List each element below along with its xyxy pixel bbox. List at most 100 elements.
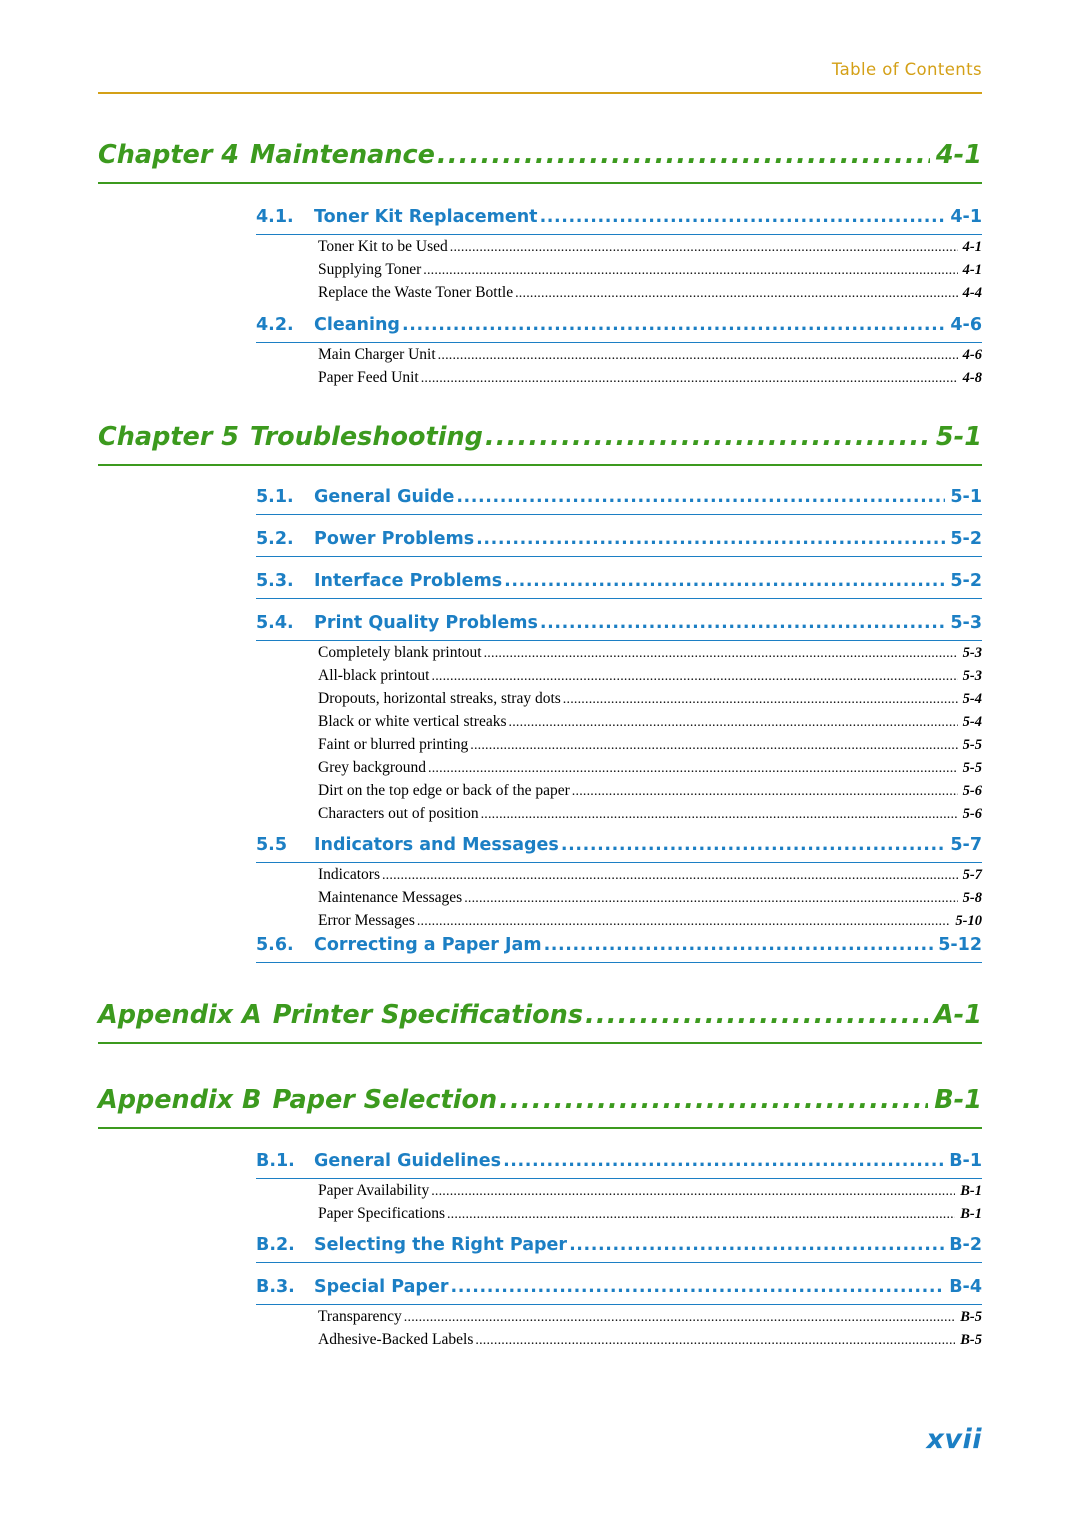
section-page: 4-6 (950, 315, 982, 335)
leader-dots: ........................................… (508, 715, 958, 730)
toc-entry[interactable]: Main Charger Unit ......................… (318, 346, 982, 364)
entry-title: All-black printout (318, 667, 430, 684)
toc-entry[interactable]: Dirt on the top edge or back of the pape… (318, 782, 982, 800)
toc-section-4-1[interactable]: 4.1. Toner Kit Replacement .............… (256, 207, 982, 227)
section-number: 5.6. (256, 935, 294, 955)
section-number: 5.3. (256, 571, 294, 591)
chapter-title: Maintenance (250, 140, 435, 170)
leader-dots: ........................................… (569, 1235, 945, 1255)
toc-entry[interactable]: Grey background ........................… (318, 759, 982, 777)
leader-dots: ........................................… (515, 286, 958, 301)
entry-page: 5-5 (962, 737, 982, 753)
section-rule (256, 1304, 982, 1305)
toc-entry[interactable]: Adhesive-Backed Labels .................… (318, 1331, 982, 1349)
toc-entry[interactable]: Black or white vertical streaks ........… (318, 713, 982, 731)
entry-page: 5-3 (962, 645, 982, 661)
section-page: 5-2 (950, 571, 982, 591)
leader-dots: ........................................… (450, 1277, 944, 1297)
section-number: 5.1. (256, 487, 294, 507)
leader-dots: ........................................… (543, 935, 934, 955)
entry-title: Error Messages (318, 912, 415, 929)
toc-entry[interactable]: Completely blank printout ..............… (318, 644, 982, 662)
chapter-rule (98, 182, 982, 184)
section-number: 5.4. (256, 613, 294, 633)
section-number: 5.2. (256, 529, 294, 549)
toc-section-5-4[interactable]: 5.4. Print Quality Problems ............… (256, 613, 982, 633)
chapter-page: A-1 (933, 1000, 982, 1030)
toc-entry[interactable]: Paper Specifications ...................… (318, 1205, 982, 1223)
section-title: General Guide (314, 487, 455, 507)
entry-page: 5-3 (962, 668, 982, 684)
chapter-number: Chapter 5 (98, 422, 240, 452)
section-page: B-1 (949, 1151, 982, 1171)
toc-section-5-6[interactable]: 5.6. Correcting a Paper Jam ............… (256, 935, 982, 955)
section-rule (256, 1178, 982, 1179)
leader-dots: ........................................… (539, 613, 946, 633)
toc-page: Table of Contents Chapter 4 Maintenance … (0, 0, 1080, 1528)
toc-section-4-2[interactable]: 4.2. Cleaning ..........................… (256, 315, 982, 335)
toc-entry[interactable]: Toner Kit to be Used ...................… (318, 238, 982, 256)
toc-section-5-3[interactable]: 5.3. Interface Problems ................… (256, 571, 982, 591)
entry-page: B-5 (960, 1332, 982, 1348)
entry-page: 4-1 (962, 239, 982, 255)
toc-entry[interactable]: Faint or blurred printing ..............… (318, 736, 982, 754)
leader-dots: ........................................… (504, 571, 945, 591)
leader-dots: ........................................… (470, 738, 957, 753)
header-rule (98, 92, 982, 94)
entry-title: Paper Feed Unit (318, 369, 419, 386)
section-number: 4.1. (256, 207, 294, 227)
toc-entry[interactable]: Transparency ...........................… (318, 1308, 982, 1326)
toc-appendix-b[interactable]: Appendix B Paper Selection .............… (98, 1085, 982, 1115)
entry-page: 5-6 (962, 806, 982, 822)
toc-entry[interactable]: Replace the Waste Toner Bottle .........… (318, 284, 982, 302)
section-rule (256, 342, 982, 343)
section-title: Correcting a Paper Jam (314, 935, 542, 955)
header-label: Table of Contents (831, 60, 982, 79)
section-number: 4.2. (256, 315, 294, 335)
toc-entry[interactable]: All-black printout .....................… (318, 667, 982, 685)
chapter-number: Chapter 4 (98, 140, 240, 170)
toc-section-5-2[interactable]: 5.2. Power Problems ....................… (256, 529, 982, 549)
leader-dots: ........................................… (428, 761, 958, 776)
entry-page: 5-4 (962, 691, 982, 707)
chapter-rule (98, 464, 982, 466)
toc-section-b-2[interactable]: B.2. Selecting the Right Paper .........… (256, 1235, 982, 1255)
chapter-rule (98, 1042, 982, 1044)
toc-entry[interactable]: Error Messages .........................… (318, 912, 982, 930)
section-rule (256, 862, 982, 863)
section-page: 5-2 (950, 529, 982, 549)
section-number: B.1. (256, 1151, 295, 1171)
toc-appendix-a[interactable]: Appendix A Printer Specifications ......… (98, 1000, 982, 1030)
leader-dots: ........................................… (420, 371, 958, 386)
entry-title: Main Charger Unit (318, 346, 436, 363)
toc-entry[interactable]: Supplying Toner ........................… (318, 261, 982, 279)
toc-section-5-5[interactable]: 5.5 Indicators and Messages ............… (256, 835, 982, 855)
section-page: B-4 (949, 1277, 982, 1297)
section-number: 5.5 (256, 835, 288, 855)
leader-dots: ........................................… (539, 207, 946, 227)
chapter-title: Printer Specifications (272, 1000, 584, 1030)
toc-section-5-1[interactable]: 5.1. General Guide .....................… (256, 487, 982, 507)
toc-entry[interactable]: Dropouts, horizontal streaks, stray dots… (318, 690, 982, 708)
toc-section-b-3[interactable]: B.3. Special Paper .....................… (256, 1277, 982, 1297)
chapter-title: Paper Selection (272, 1085, 498, 1115)
page-header: Table of Contents (98, 60, 982, 80)
toc-entry[interactable]: Paper Feed Unit ........................… (318, 369, 982, 387)
section-rule (256, 962, 982, 963)
entry-title: Characters out of position (318, 805, 479, 822)
toc-entry[interactable]: Paper Availability .....................… (318, 1182, 982, 1200)
entry-page: B-5 (960, 1309, 982, 1325)
toc-entry[interactable]: Characters out of position .............… (318, 805, 982, 823)
entry-title: Grey background (318, 759, 427, 776)
toc-chapter-4[interactable]: Chapter 4 Maintenance ..................… (98, 140, 982, 170)
toc-chapter-5[interactable]: Chapter 5 Troubleshooting ..............… (98, 422, 982, 452)
toc-entry[interactable]: Maintenance Messages ...................… (318, 889, 982, 907)
toc-entry[interactable]: Indicators .............................… (318, 866, 982, 884)
leader-dots: ........................................… (571, 784, 958, 799)
toc-section-b-1[interactable]: B.1. General Guidelines ................… (256, 1151, 982, 1171)
entry-title: Paper Availability (318, 1182, 430, 1199)
entry-title: Replace the Waste Toner Bottle (318, 284, 514, 301)
entry-page: B-1 (960, 1183, 982, 1199)
entry-page: 5-4 (962, 714, 982, 730)
section-rule (256, 598, 982, 599)
